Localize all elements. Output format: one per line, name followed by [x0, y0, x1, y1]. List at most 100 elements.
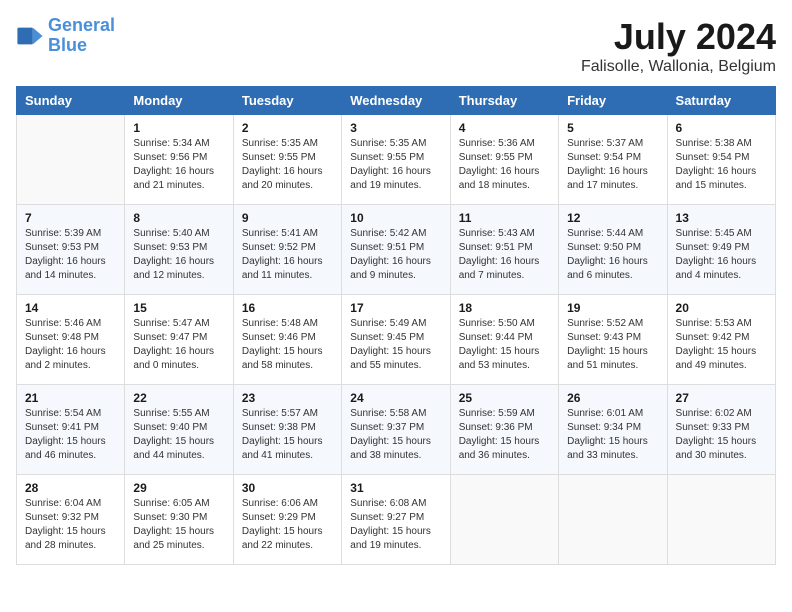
- table-cell: 9 Sunrise: 5:41 AMSunset: 9:52 PMDayligh…: [233, 205, 341, 295]
- day-number: 2: [242, 121, 333, 135]
- table-cell: 7 Sunrise: 5:39 AMSunset: 9:53 PMDayligh…: [17, 205, 125, 295]
- day-number: 20: [676, 301, 767, 315]
- table-cell: [17, 115, 125, 205]
- day-number: 10: [350, 211, 441, 225]
- table-cell: 29 Sunrise: 6:05 AMSunset: 9:30 PMDaylig…: [125, 475, 233, 565]
- table-cell: 12 Sunrise: 5:44 AMSunset: 9:50 PMDaylig…: [559, 205, 667, 295]
- day-info: Sunrise: 5:49 AMSunset: 9:45 PMDaylight:…: [350, 317, 441, 373]
- table-cell: [559, 475, 667, 565]
- table-cell: 25 Sunrise: 5:59 AMSunset: 9:36 PMDaylig…: [450, 385, 558, 475]
- table-cell: 15 Sunrise: 5:47 AMSunset: 9:47 PMDaylig…: [125, 295, 233, 385]
- table-cell: 31 Sunrise: 6:08 AMSunset: 9:27 PMDaylig…: [342, 475, 450, 565]
- table-cell: 24 Sunrise: 5:58 AMSunset: 9:37 PMDaylig…: [342, 385, 450, 475]
- col-friday: Friday: [559, 87, 667, 115]
- table-cell: 13 Sunrise: 5:45 AMSunset: 9:49 PMDaylig…: [667, 205, 775, 295]
- day-info: Sunrise: 5:44 AMSunset: 9:50 PMDaylight:…: [567, 227, 658, 283]
- day-info: Sunrise: 6:08 AMSunset: 9:27 PMDaylight:…: [350, 497, 441, 553]
- day-info: Sunrise: 5:40 AMSunset: 9:53 PMDaylight:…: [133, 227, 224, 283]
- table-cell: 17 Sunrise: 5:49 AMSunset: 9:45 PMDaylig…: [342, 295, 450, 385]
- day-number: 27: [676, 391, 767, 405]
- day-info: Sunrise: 5:47 AMSunset: 9:47 PMDaylight:…: [133, 317, 224, 373]
- table-row: 14 Sunrise: 5:46 AMSunset: 9:48 PMDaylig…: [17, 295, 776, 385]
- day-info: Sunrise: 5:41 AMSunset: 9:52 PMDaylight:…: [242, 227, 333, 283]
- day-number: 28: [25, 481, 116, 495]
- day-number: 31: [350, 481, 441, 495]
- location: Falisolle, Wallonia, Belgium: [581, 58, 776, 76]
- logo-icon: [16, 22, 44, 50]
- day-info: Sunrise: 5:36 AMSunset: 9:55 PMDaylight:…: [459, 137, 550, 193]
- day-number: 21: [25, 391, 116, 405]
- day-info: Sunrise: 6:05 AMSunset: 9:30 PMDaylight:…: [133, 497, 224, 553]
- day-number: 16: [242, 301, 333, 315]
- table-cell: 3 Sunrise: 5:35 AMSunset: 9:55 PMDayligh…: [342, 115, 450, 205]
- day-info: Sunrise: 5:57 AMSunset: 9:38 PMDaylight:…: [242, 407, 333, 463]
- table-cell: 11 Sunrise: 5:43 AMSunset: 9:51 PMDaylig…: [450, 205, 558, 295]
- col-tuesday: Tuesday: [233, 87, 341, 115]
- calendar-table: Sunday Monday Tuesday Wednesday Thursday…: [16, 86, 776, 565]
- day-number: 13: [676, 211, 767, 225]
- table-cell: 27 Sunrise: 6:02 AMSunset: 9:33 PMDaylig…: [667, 385, 775, 475]
- day-info: Sunrise: 5:37 AMSunset: 9:54 PMDaylight:…: [567, 137, 658, 193]
- day-number: 18: [459, 301, 550, 315]
- page-header: General Blue July 2024 Falisolle, Wallon…: [16, 16, 776, 76]
- table-row: 21 Sunrise: 5:54 AMSunset: 9:41 PMDaylig…: [17, 385, 776, 475]
- day-number: 23: [242, 391, 333, 405]
- day-number: 29: [133, 481, 224, 495]
- day-info: Sunrise: 5:39 AMSunset: 9:53 PMDaylight:…: [25, 227, 116, 283]
- table-cell: 8 Sunrise: 5:40 AMSunset: 9:53 PMDayligh…: [125, 205, 233, 295]
- day-number: 8: [133, 211, 224, 225]
- table-cell: 20 Sunrise: 5:53 AMSunset: 9:42 PMDaylig…: [667, 295, 775, 385]
- table-cell: [450, 475, 558, 565]
- table-cell: 26 Sunrise: 6:01 AMSunset: 9:34 PMDaylig…: [559, 385, 667, 475]
- table-cell: 30 Sunrise: 6:06 AMSunset: 9:29 PMDaylig…: [233, 475, 341, 565]
- day-info: Sunrise: 5:42 AMSunset: 9:51 PMDaylight:…: [350, 227, 441, 283]
- day-number: 15: [133, 301, 224, 315]
- title-block: July 2024 Falisolle, Wallonia, Belgium: [581, 16, 776, 76]
- col-monday: Monday: [125, 87, 233, 115]
- month-year: July 2024: [581, 16, 776, 58]
- day-number: 19: [567, 301, 658, 315]
- table-cell: 1 Sunrise: 5:34 AMSunset: 9:56 PMDayligh…: [125, 115, 233, 205]
- day-info: Sunrise: 5:52 AMSunset: 9:43 PMDaylight:…: [567, 317, 658, 373]
- day-number: 6: [676, 121, 767, 135]
- day-info: Sunrise: 5:45 AMSunset: 9:49 PMDaylight:…: [676, 227, 767, 283]
- day-number: 1: [133, 121, 224, 135]
- day-info: Sunrise: 6:01 AMSunset: 9:34 PMDaylight:…: [567, 407, 658, 463]
- day-info: Sunrise: 6:02 AMSunset: 9:33 PMDaylight:…: [676, 407, 767, 463]
- table-cell: 23 Sunrise: 5:57 AMSunset: 9:38 PMDaylig…: [233, 385, 341, 475]
- day-info: Sunrise: 6:06 AMSunset: 9:29 PMDaylight:…: [242, 497, 333, 553]
- day-info: Sunrise: 5:55 AMSunset: 9:40 PMDaylight:…: [133, 407, 224, 463]
- table-row: 7 Sunrise: 5:39 AMSunset: 9:53 PMDayligh…: [17, 205, 776, 295]
- day-number: 30: [242, 481, 333, 495]
- day-number: 14: [25, 301, 116, 315]
- day-info: Sunrise: 5:34 AMSunset: 9:56 PMDaylight:…: [133, 137, 224, 193]
- day-number: 3: [350, 121, 441, 135]
- table-cell: 4 Sunrise: 5:36 AMSunset: 9:55 PMDayligh…: [450, 115, 558, 205]
- table-row: 28 Sunrise: 6:04 AMSunset: 9:32 PMDaylig…: [17, 475, 776, 565]
- day-info: Sunrise: 5:53 AMSunset: 9:42 PMDaylight:…: [676, 317, 767, 373]
- table-cell: 21 Sunrise: 5:54 AMSunset: 9:41 PMDaylig…: [17, 385, 125, 475]
- table-cell: 10 Sunrise: 5:42 AMSunset: 9:51 PMDaylig…: [342, 205, 450, 295]
- day-info: Sunrise: 5:43 AMSunset: 9:51 PMDaylight:…: [459, 227, 550, 283]
- day-number: 24: [350, 391, 441, 405]
- day-info: Sunrise: 5:35 AMSunset: 9:55 PMDaylight:…: [350, 137, 441, 193]
- day-number: 25: [459, 391, 550, 405]
- day-number: 7: [25, 211, 116, 225]
- logo-text: General Blue: [48, 16, 115, 56]
- day-info: Sunrise: 5:38 AMSunset: 9:54 PMDaylight:…: [676, 137, 767, 193]
- table-cell: 18 Sunrise: 5:50 AMSunset: 9:44 PMDaylig…: [450, 295, 558, 385]
- day-number: 11: [459, 211, 550, 225]
- col-thursday: Thursday: [450, 87, 558, 115]
- table-cell: 6 Sunrise: 5:38 AMSunset: 9:54 PMDayligh…: [667, 115, 775, 205]
- day-info: Sunrise: 5:50 AMSunset: 9:44 PMDaylight:…: [459, 317, 550, 373]
- day-number: 17: [350, 301, 441, 315]
- table-cell: 19 Sunrise: 5:52 AMSunset: 9:43 PMDaylig…: [559, 295, 667, 385]
- table-cell: 14 Sunrise: 5:46 AMSunset: 9:48 PMDaylig…: [17, 295, 125, 385]
- table-cell: 5 Sunrise: 5:37 AMSunset: 9:54 PMDayligh…: [559, 115, 667, 205]
- table-cell: 2 Sunrise: 5:35 AMSunset: 9:55 PMDayligh…: [233, 115, 341, 205]
- header-row: Sunday Monday Tuesday Wednesday Thursday…: [17, 87, 776, 115]
- day-info: Sunrise: 5:58 AMSunset: 9:37 PMDaylight:…: [350, 407, 441, 463]
- day-info: Sunrise: 5:35 AMSunset: 9:55 PMDaylight:…: [242, 137, 333, 193]
- table-cell: [667, 475, 775, 565]
- day-info: Sunrise: 5:59 AMSunset: 9:36 PMDaylight:…: [459, 407, 550, 463]
